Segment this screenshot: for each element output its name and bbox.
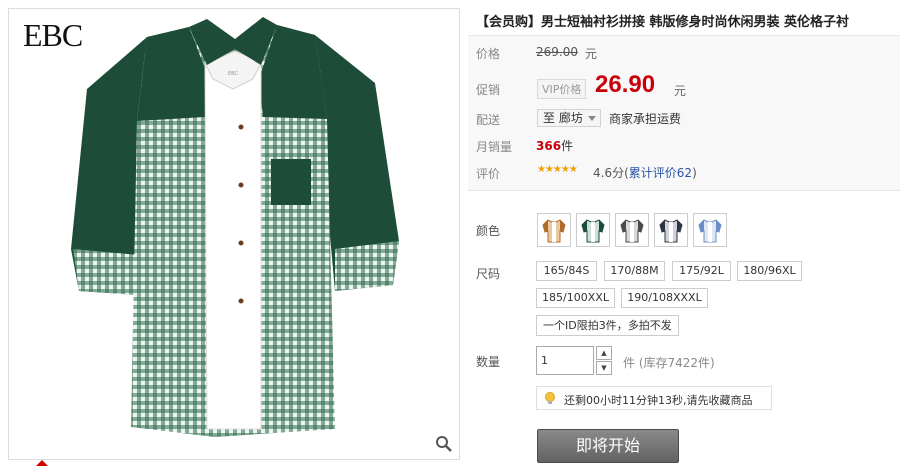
- size-label: 尺码: [476, 267, 501, 281]
- color-swatch[interactable]: [615, 213, 649, 247]
- vip-price-tag: VIP价格: [537, 79, 587, 99]
- shipping-label: 配送: [476, 113, 501, 127]
- sales-unit: 件: [561, 139, 574, 153]
- rating-label: 评价: [476, 167, 501, 181]
- original-price: 269.00: [536, 45, 578, 59]
- arrow-marker-icon: [36, 460, 48, 466]
- purchase-limit-note: 一个ID限拍3件，多拍不发: [536, 315, 679, 336]
- brand-logo: EBC: [23, 17, 83, 53]
- color-label: 颜色: [476, 224, 501, 238]
- product-image[interactable]: EBC EBC: [8, 8, 460, 460]
- product-title: 【会员购】男士短袖衬衫拼接 韩版修身时尚休闲男装 英伦格子衬: [476, 15, 850, 30]
- sales-count: 366: [536, 139, 562, 153]
- shipping-note: 商家承担运费: [609, 112, 682, 126]
- monthly-sales-label: 月销量: [476, 140, 513, 154]
- size-option[interactable]: 175/92L: [672, 261, 731, 281]
- shipping-destination: 至 廊坊: [543, 111, 583, 125]
- currency-unit: 元: [674, 84, 687, 98]
- shirt-thumbnail-icon: [698, 219, 722, 243]
- quantity-increase-button[interactable]: ▲: [596, 346, 612, 360]
- size-option[interactable]: 180/96XL: [737, 261, 802, 281]
- color-swatch[interactable]: [693, 213, 727, 247]
- shirt-thumbnail-icon: [620, 219, 644, 243]
- rating-score: 4.6分(累计评价62): [593, 164, 697, 181]
- promo-label: 促销: [476, 83, 501, 97]
- size-option[interactable]: 190/108XXXL: [621, 288, 708, 308]
- zoom-icon[interactable]: [435, 435, 453, 453]
- color-swatch[interactable]: [537, 213, 571, 247]
- chevron-down-icon: [588, 116, 596, 121]
- quantity-label: 数量: [476, 355, 501, 369]
- shirt-thumbnail-icon: [659, 219, 683, 243]
- buy-button[interactable]: 即将开始: [537, 429, 679, 463]
- size-option[interactable]: 170/88M: [604, 261, 665, 281]
- color-swatch[interactable]: [576, 213, 610, 247]
- shipping-destination-select[interactable]: 至 廊坊: [537, 109, 601, 127]
- color-swatch[interactable]: [654, 213, 688, 247]
- size-option[interactable]: 165/84S: [536, 261, 597, 281]
- rating-stars-icon: ★★★★★: [537, 164, 578, 175]
- size-option[interactable]: 185/100XXL: [536, 288, 615, 308]
- shirt-thumbnail-icon: [581, 219, 605, 243]
- promo-price: 26.90: [595, 71, 656, 98]
- currency-unit: 元: [585, 47, 598, 61]
- rating-value: 4.6分: [593, 166, 625, 180]
- shirt-thumbnail-icon: [542, 219, 566, 243]
- shirt-illustration: EBC: [71, 17, 399, 437]
- quantity-input[interactable]: [536, 346, 594, 375]
- stock-info: 件 (库存7422件): [623, 356, 715, 370]
- svg-text:EBC: EBC: [228, 71, 239, 77]
- monthly-sales: 366件: [536, 137, 573, 154]
- paren-close: ): [692, 166, 697, 180]
- countdown-text: 还剩00小时11分钟13秒,请先收藏商品: [564, 394, 753, 407]
- countdown-tip: 还剩00小时11分钟13秒,请先收藏商品: [536, 386, 772, 410]
- lightbulb-icon: [545, 392, 555, 404]
- quantity-decrease-button[interactable]: ▼: [596, 361, 612, 375]
- reviews-link[interactable]: 累计评价62: [629, 166, 692, 180]
- price-label: 价格: [476, 47, 501, 61]
